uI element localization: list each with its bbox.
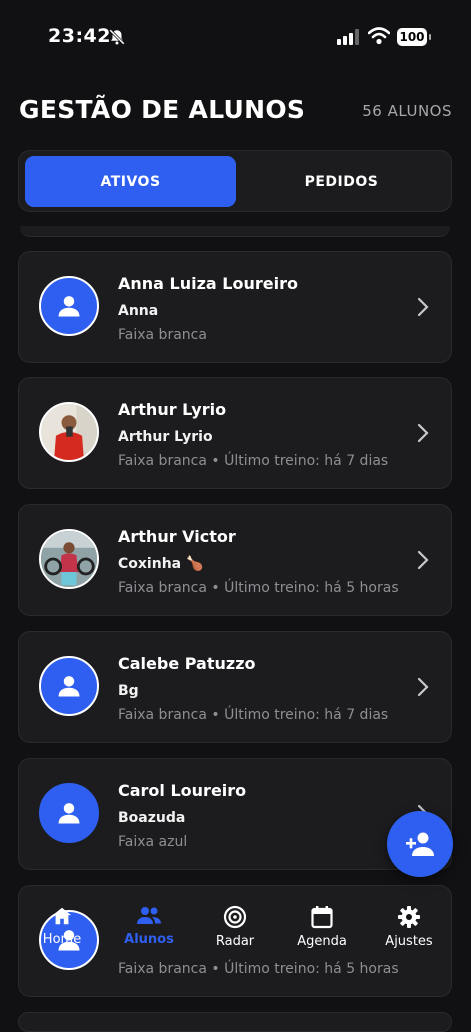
- tab-label: Agenda: [297, 934, 347, 949]
- status-time: 23:42: [48, 25, 111, 47]
- add-student-button[interactable]: [387, 811, 453, 877]
- tab-label: Home: [42, 932, 82, 947]
- wifi-icon: [368, 27, 390, 45]
- student-meta: Faixa azul: [118, 834, 188, 850]
- list-item-partial: [20, 226, 450, 237]
- tab-agenda[interactable]: Agenda: [277, 905, 367, 949]
- tab-label: Ajustes: [385, 934, 433, 949]
- users-icon: [137, 907, 161, 924]
- tab-ajustes[interactable]: Ajustes: [364, 905, 454, 949]
- add-person-icon: [406, 832, 434, 856]
- bell-slash-icon: [109, 29, 125, 45]
- student-meta: Faixa branca • Último treino: há 5 horas: [118, 580, 399, 596]
- calendar-icon: [311, 906, 333, 929]
- tab-radar[interactable]: Radar: [190, 905, 280, 949]
- student-nickname: Boazuda: [118, 810, 186, 826]
- chevron-right-icon: [417, 297, 429, 317]
- person-icon: [58, 676, 80, 697]
- student-nickname: Arthur Lyrio: [118, 429, 213, 445]
- student-name: Arthur Victor: [118, 527, 236, 546]
- profile-photo: [41, 404, 97, 460]
- radar-icon: [223, 905, 247, 929]
- segmented-control: ATIVOS PEDIDOS: [18, 150, 452, 212]
- tab-label: Alunos: [124, 932, 174, 947]
- student-meta: Faixa branca: [118, 327, 207, 343]
- tab-label: Radar: [215, 934, 255, 949]
- tab-pedidos[interactable]: PEDIDOS: [236, 156, 447, 207]
- tab-ativos[interactable]: ATIVOS: [25, 156, 236, 207]
- student-name: Arthur Lyrio: [118, 400, 227, 419]
- chevron-right-icon: [417, 550, 429, 570]
- battery-indicator: 100: [397, 28, 431, 46]
- chevron-right-icon: [417, 423, 429, 443]
- avatar-photo: [39, 402, 99, 462]
- person-icon: [58, 296, 80, 317]
- profile-photo: [41, 531, 97, 587]
- tab-alunos[interactable]: Alunos: [104, 905, 194, 947]
- person-icon: [58, 803, 80, 824]
- page-title: GESTÃO DE ALUNOS: [19, 95, 306, 124]
- gear-icon: [398, 906, 420, 928]
- student-meta: Faixa branca • Último treino: há 7 dias: [118, 453, 389, 469]
- student-name: Carol Loureiro: [118, 781, 247, 800]
- cellular-signal-icon: [337, 29, 359, 45]
- student-meta: Faixa branca • Último treino: há 7 dias: [118, 707, 389, 723]
- avatar: [39, 656, 99, 716]
- avatar: [39, 783, 99, 843]
- student-name: Calebe Patuzzo: [118, 654, 256, 673]
- student-card[interactable]: Calebe Patuzzo Bg Faixa branca • Último …: [18, 631, 452, 743]
- student-nickname: Anna: [118, 303, 159, 319]
- student-nickname: Bg: [118, 683, 139, 699]
- student-card[interactable]: Carol Loureiro Boazuda Faixa azul: [18, 758, 452, 870]
- student-card[interactable]: Arthur Lyrio Arthur Lyrio Faixa branca •…: [18, 377, 452, 489]
- student-card[interactable]: Arthur Victor Coxinha 🍗 Faixa branca • Ú…: [18, 504, 452, 616]
- tab-home[interactable]: Home: [17, 905, 107, 947]
- home-icon: [52, 907, 72, 925]
- avatar: [39, 276, 99, 336]
- student-nickname: Coxinha 🍗: [118, 556, 204, 572]
- status-bar: 23:42 100: [0, 0, 471, 76]
- student-card[interactable]: Anna Luiza Loureiro Anna Faixa branca: [18, 251, 452, 363]
- student-name: Anna Luiza Loureiro: [118, 274, 298, 293]
- student-count: 56 ALUNOS: [362, 102, 452, 120]
- list-item-partial: [18, 1012, 452, 1032]
- bottom-tab-bar: Home Alunos Radar Agenda Ajustes: [0, 890, 471, 970]
- avatar-photo: [39, 529, 99, 589]
- chevron-right-icon: [417, 677, 429, 697]
